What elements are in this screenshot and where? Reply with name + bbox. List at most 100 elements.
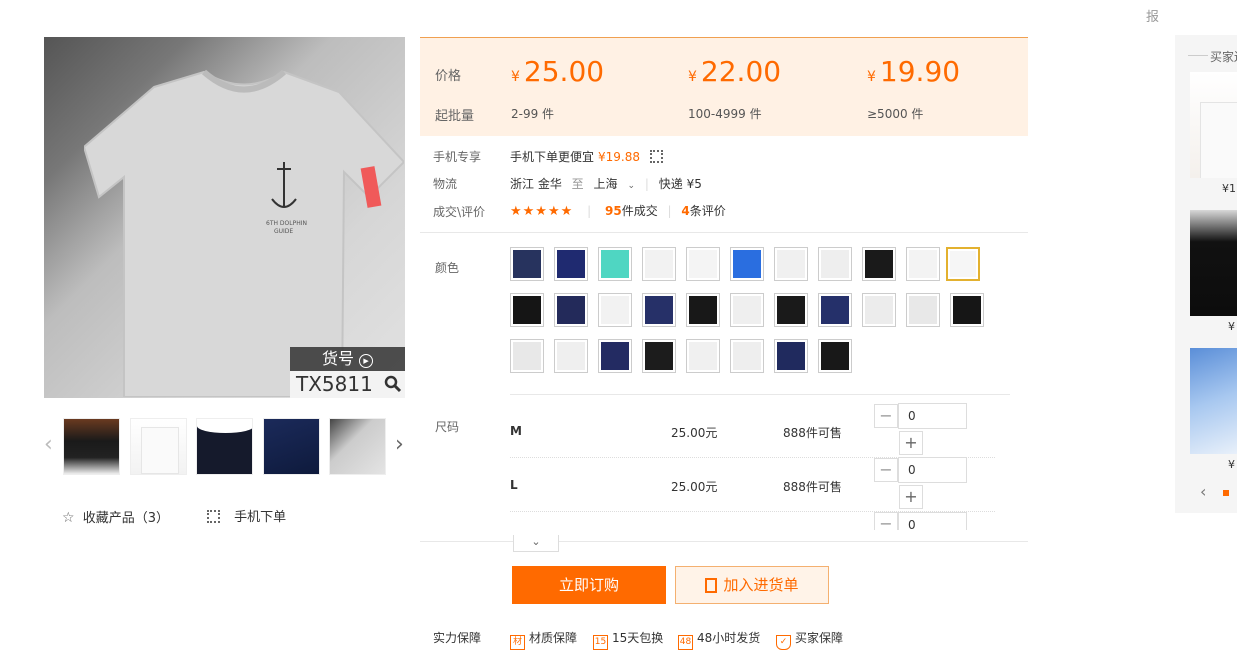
size-stock: 888件可售 — [783, 426, 842, 440]
color-swatch[interactable] — [554, 247, 588, 281]
thumbnail-4[interactable] — [263, 418, 320, 475]
guarantee-label: 实力保障 — [433, 631, 482, 645]
color-swatch[interactable] — [554, 293, 588, 327]
min-order-label: 起批量 — [435, 109, 475, 124]
sold-count[interactable]: 95件成交 — [605, 204, 658, 218]
color-swatch[interactable] — [862, 247, 896, 281]
color-swatch-selected[interactable] — [946, 247, 980, 281]
ship-to-select[interactable]: 上海 ⌄ — [594, 177, 636, 191]
qty-input[interactable]: 0 — [898, 512, 967, 530]
thumbnail-1[interactable] — [63, 418, 120, 475]
color-swatch[interactable] — [818, 247, 852, 281]
divider — [510, 394, 1010, 395]
qty-input[interactable]: 0 — [898, 457, 967, 483]
color-swatch[interactable] — [642, 293, 676, 327]
color-swatch[interactable] — [510, 293, 544, 327]
sidebar-page-dot[interactable] — [1223, 490, 1229, 496]
sku-number: TX5811 — [296, 372, 373, 396]
sidebar-price-2: ¥ — [1228, 320, 1235, 333]
magnifier-icon[interactable] — [384, 375, 402, 393]
thumbnail-2[interactable] — [130, 418, 187, 475]
sidebar-price-3: ¥ — [1228, 458, 1235, 471]
color-swatch[interactable] — [554, 339, 588, 373]
color-swatch[interactable] — [950, 293, 984, 327]
svg-text:6TH DOLPHIN: 6TH DOLPHIN — [266, 220, 307, 227]
color-swatch[interactable] — [862, 293, 896, 327]
qty-input[interactable]: 0 — [898, 403, 967, 429]
sidebar-product-2[interactable] — [1190, 210, 1237, 316]
chevron-down-icon: ⌄ — [627, 181, 636, 191]
color-swatch[interactable] — [906, 293, 940, 327]
qty-decrease-button[interactable]: − — [874, 458, 898, 482]
thumb-next-arrow[interactable]: › — [395, 432, 404, 457]
color-swatch[interactable] — [906, 247, 940, 281]
qrcode-icon — [207, 510, 220, 523]
color-swatch[interactable] — [730, 247, 764, 281]
favorite-button[interactable]: ☆ 收藏产品（3） — [62, 507, 169, 526]
color-swatch[interactable] — [730, 293, 764, 327]
qty-range-2: 100-4999 件 — [688, 107, 762, 121]
mobile-order-link[interactable]: 手机下单 — [207, 506, 286, 525]
deals-label: 成交\评价 — [433, 205, 486, 219]
guarantee-shipping[interactable]: 48 48小时发货 — [678, 629, 760, 650]
qty-increase-button[interactable]: + — [899, 431, 923, 455]
size-price: 25.00元 — [671, 426, 718, 440]
qty-decrease-button[interactable]: − — [874, 512, 898, 530]
color-swatch[interactable] — [642, 339, 676, 373]
price-tier-1: ¥25.00 — [511, 55, 605, 88]
thumb-prev-arrow[interactable]: ‹ — [44, 432, 53, 457]
sku-label: 货号 — [321, 349, 354, 368]
color-swatch[interactable] — [774, 339, 808, 373]
color-swatch[interactable] — [686, 339, 720, 373]
color-swatch[interactable] — [818, 339, 852, 373]
qrcode-icon[interactable] — [649, 150, 663, 163]
sku-tag: 货号 ▶ — [290, 347, 405, 371]
guarantee-buyer[interactable]: ✓ 买家保障 — [776, 629, 843, 650]
size-row-partial: − 0 — [874, 512, 974, 530]
thumbnail-3[interactable] — [196, 418, 253, 475]
divider — [1188, 55, 1208, 56]
rating-stars: ★★★★★ — [510, 204, 574, 219]
color-swatch[interactable] — [686, 293, 720, 327]
color-swatch[interactable] — [598, 339, 632, 373]
sidebar-product-1[interactable] — [1190, 72, 1237, 178]
sidebar-prev-arrow[interactable]: ‹ — [1200, 482, 1206, 501]
qty-range-1: 2-99 件 — [511, 107, 555, 121]
color-swatch[interactable] — [642, 247, 676, 281]
guarantee-exchange[interactable]: 15 15天包换 — [593, 629, 663, 650]
color-swatch[interactable] — [774, 293, 808, 327]
main-product-image[interactable]: 6TH DOLPHIN GUIDE 货号 ▶ TX5811 — [44, 37, 405, 398]
svg-text:GUIDE: GUIDE — [274, 228, 293, 235]
color-swatch[interactable] — [730, 339, 764, 373]
sidebar-product-3[interactable] — [1190, 348, 1237, 454]
mobile-exclusive-label: 手机专享 — [433, 150, 482, 164]
expand-sizes-button[interactable]: ⌄ — [513, 535, 559, 552]
report-link[interactable]: 报 — [1146, 6, 1159, 25]
color-swatch[interactable] — [510, 339, 544, 373]
price-tier-2: ¥22.00 — [688, 55, 782, 88]
chevron-down-icon: ⌄ — [531, 535, 541, 548]
logistics-info: 浙江 金华 至 上海 ⌄ | 快递 ¥5 — [510, 177, 702, 191]
color-swatch[interactable] — [818, 293, 852, 327]
sidebar-price-1: ¥1 — [1222, 182, 1236, 195]
color-swatch[interactable] — [510, 247, 544, 281]
qty-range-3: ≥5000 件 — [867, 107, 924, 121]
review-count[interactable]: 4条评价 — [681, 204, 725, 218]
divider — [420, 232, 1028, 233]
clipboard-icon — [705, 578, 718, 593]
color-swatch[interactable] — [598, 247, 632, 281]
color-swatch[interactable] — [598, 293, 632, 327]
sidebar-title: 买家还 — [1210, 50, 1237, 64]
qty-decrease-button[interactable]: − — [874, 404, 898, 428]
thumbnail-5[interactable] — [329, 418, 386, 475]
color-swatch-grid — [510, 247, 990, 377]
color-swatch[interactable] — [774, 247, 808, 281]
buy-now-button[interactable]: 立即订购 — [512, 566, 666, 604]
star-outline-icon: ☆ — [62, 510, 75, 526]
size-label: 尺码 — [435, 420, 460, 434]
add-to-cart-button[interactable]: 加入进货单 — [675, 566, 829, 604]
qty-increase-button[interactable]: + — [899, 485, 923, 509]
price-label: 价格 — [435, 69, 462, 84]
color-swatch[interactable] — [686, 247, 720, 281]
guarantee-material[interactable]: 材材质保障 — [510, 629, 577, 650]
